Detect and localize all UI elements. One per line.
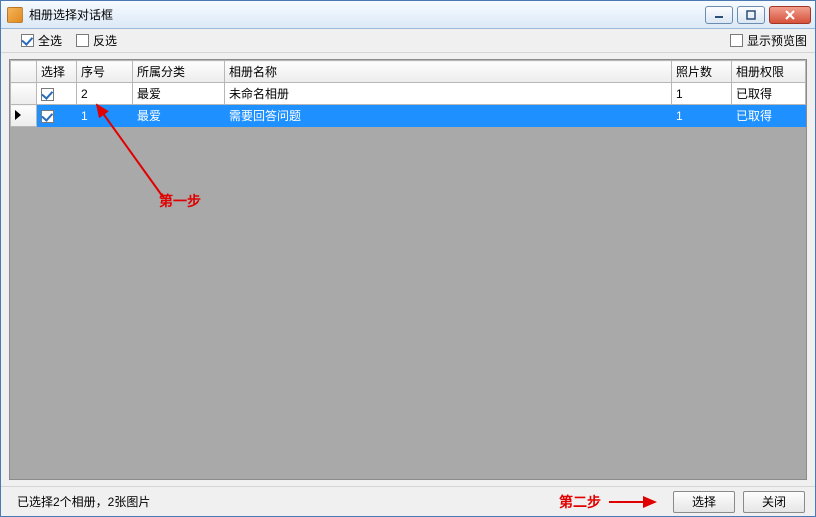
app-icon — [7, 7, 23, 23]
col-select[interactable]: 选择 — [37, 61, 77, 83]
select-all-label: 全选 — [38, 32, 62, 49]
window-title: 相册选择对话框 — [29, 6, 705, 23]
table-row[interactable]: 1最爱需要回答问题1已取得 — [11, 105, 806, 127]
cell-category[interactable]: 最爱 — [133, 83, 225, 105]
checkbox-icon — [21, 34, 34, 47]
status-text: 已选择2个相册，2张图片 — [17, 493, 150, 510]
cell-select[interactable] — [37, 105, 77, 127]
cell-select[interactable] — [37, 83, 77, 105]
maximize-icon — [746, 10, 756, 20]
col-name[interactable]: 相册名称 — [225, 61, 672, 83]
cell-name[interactable]: 需要回答问题 — [225, 105, 672, 127]
annotation-step2-label: 第二步 — [559, 492, 601, 512]
close-dialog-button[interactable]: 关闭 — [743, 491, 805, 513]
arrow-right-icon — [607, 495, 663, 509]
header-row: 选择 序号 所属分类 相册名称 照片数 相册权限 — [11, 61, 806, 83]
window-buttons — [705, 6, 811, 24]
grid-container: 选择 序号 所属分类 相册名称 照片数 相册权限 2最爱未命名相册1已取得1最爱… — [1, 53, 815, 486]
row-checkbox[interactable] — [41, 88, 54, 101]
dialog-window: 相册选择对话框 全选 反选 — [0, 0, 816, 517]
show-preview-label: 显示预览图 — [747, 32, 807, 49]
checkbox-icon — [730, 34, 743, 47]
row-checkbox[interactable] — [41, 110, 54, 123]
cell-category[interactable]: 最爱 — [133, 105, 225, 127]
col-permission[interactable]: 相册权限 — [732, 61, 806, 83]
col-category[interactable]: 所属分类 — [133, 61, 225, 83]
minimize-icon — [714, 10, 724, 20]
invert-label: 反选 — [93, 32, 117, 49]
data-grid[interactable]: 选择 序号 所属分类 相册名称 照片数 相册权限 2最爱未命名相册1已取得1最爱… — [9, 59, 807, 480]
invert-selection-checkbox[interactable]: 反选 — [76, 32, 117, 49]
titlebar[interactable]: 相册选择对话框 — [1, 1, 815, 29]
cell-name[interactable]: 未命名相册 — [225, 83, 672, 105]
cell-index[interactable]: 1 — [77, 105, 133, 127]
show-preview-checkbox[interactable]: 显示预览图 — [730, 32, 807, 49]
cell-index[interactable]: 2 — [77, 83, 133, 105]
cell-photo-count[interactable]: 1 — [672, 83, 732, 105]
toolbar: 全选 反选 显示预览图 — [1, 29, 815, 53]
current-row-indicator-icon — [15, 110, 21, 120]
cell-photo-count[interactable]: 1 — [672, 105, 732, 127]
select-button[interactable]: 选择 — [673, 491, 735, 513]
close-button-label: 关闭 — [762, 493, 786, 510]
col-index[interactable]: 序号 — [77, 61, 133, 83]
select-button-label: 选择 — [692, 493, 716, 510]
close-button[interactable] — [769, 6, 811, 24]
maximize-button[interactable] — [737, 6, 765, 24]
table-row[interactable]: 2最爱未命名相册1已取得 — [11, 83, 806, 105]
row-header[interactable] — [11, 105, 37, 127]
footer: 已选择2个相册，2张图片 第二步 选择 关闭 — [1, 486, 815, 516]
cell-permission[interactable]: 已取得 — [732, 83, 806, 105]
col-photo-count[interactable]: 照片数 — [672, 61, 732, 83]
close-icon — [784, 10, 796, 20]
checkbox-icon — [76, 34, 89, 47]
row-header[interactable] — [11, 83, 37, 105]
minimize-button[interactable] — [705, 6, 733, 24]
select-all-checkbox[interactable]: 全选 — [21, 32, 62, 49]
cell-permission[interactable]: 已取得 — [732, 105, 806, 127]
row-header-col — [11, 61, 37, 83]
annotation-step2: 第二步 — [559, 492, 665, 512]
